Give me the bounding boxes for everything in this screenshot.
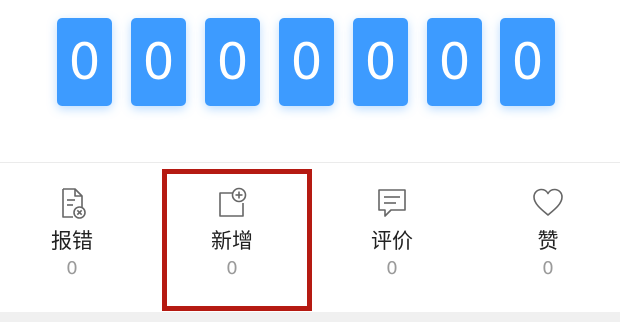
review-count: 0 — [386, 258, 398, 279]
section-divider — [0, 162, 620, 163]
report-error-label: 报错 — [51, 229, 93, 253]
like-label: 赞 — [537, 229, 559, 253]
comment-icon — [375, 186, 409, 220]
add-new-button[interactable]: 新增 0 — [187, 186, 277, 286]
add-new-count: 0 — [226, 258, 238, 279]
review-label: 评价 — [371, 229, 413, 253]
counter-digit: 0 — [427, 18, 482, 106]
like-count: 0 — [542, 258, 554, 279]
counter-digit: 0 — [353, 18, 408, 106]
add-new-icon — [215, 186, 249, 220]
review-button[interactable]: 评价 0 — [347, 186, 437, 286]
counter-digit: 0 — [279, 18, 334, 106]
counter-display: 0 0 0 0 0 0 0 — [57, 18, 555, 106]
heart-icon — [531, 186, 565, 220]
bottom-strip — [0, 312, 620, 322]
like-button[interactable]: 赞 0 — [503, 186, 593, 286]
counter-digit: 0 — [500, 18, 555, 106]
report-error-icon — [55, 186, 89, 220]
counter-digit: 0 — [131, 18, 186, 106]
counter-digit: 0 — [57, 18, 112, 106]
report-error-count: 0 — [66, 258, 78, 279]
add-new-label: 新增 — [211, 229, 253, 253]
page: 0 0 0 0 0 0 0 报错 0 新增 0 评价 0 赞 0 — [0, 0, 620, 322]
report-error-button[interactable]: 报错 0 — [27, 186, 117, 286]
counter-digit: 0 — [205, 18, 260, 106]
